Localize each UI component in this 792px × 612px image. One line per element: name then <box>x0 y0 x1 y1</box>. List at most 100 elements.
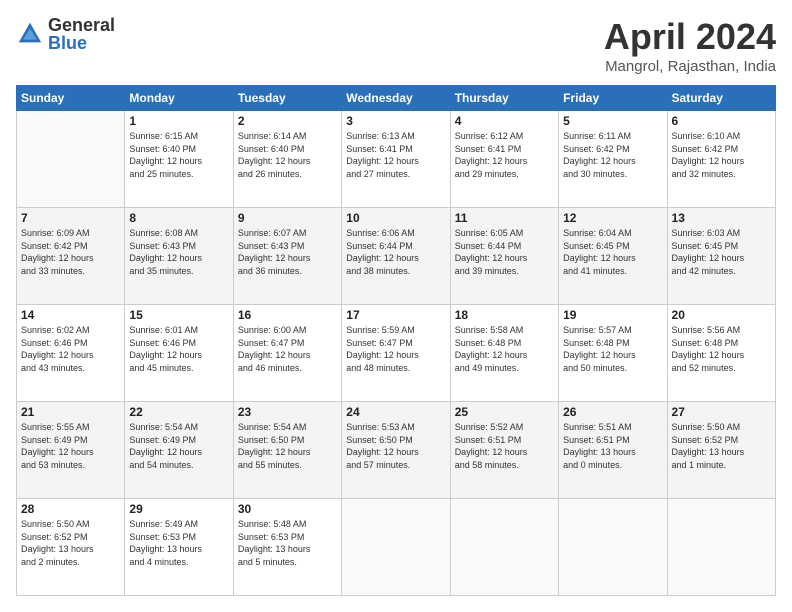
day-cell: 14 Sunrise: 6:02 AM Sunset: 6:46 PM Dayli… <box>17 305 125 402</box>
day-info: Sunrise: 6:11 AM Sunset: 6:42 PM Dayligh… <box>563 130 662 180</box>
header: General Blue April 2024 Mangrol, Rajasth… <box>16 16 776 75</box>
day-cell: 13 Sunrise: 6:03 AM Sunset: 6:45 PM Dayli… <box>667 208 775 305</box>
day-cell: 2 Sunrise: 6:14 AM Sunset: 6:40 PM Daylig… <box>233 111 341 208</box>
day-number: 11 <box>455 211 554 225</box>
day-cell: 7Sunrise: 6:09 AM Sunset: 6:42 PM Daylig… <box>17 208 125 305</box>
day-number: 5 <box>563 114 662 128</box>
day-number: 15 <box>129 308 228 322</box>
day-cell: 8 Sunrise: 6:08 AM Sunset: 6:43 PM Daylig… <box>125 208 233 305</box>
day-number: 23 <box>238 405 337 419</box>
day-cell: 22 Sunrise: 5:54 AM Sunset: 6:49 PM Dayli… <box>125 402 233 499</box>
day-cell: 15Sunrise: 6:01 AM Sunset: 6:46 PM Dayli… <box>125 305 233 402</box>
day-cell: 25Sunrise: 5:52 AM Sunset: 6:51 PM Dayli… <box>450 402 558 499</box>
day-number: 16 <box>238 308 337 322</box>
day-info: Sunrise: 6:00 AM Sunset: 6:47 PM Dayligh… <box>238 324 337 374</box>
day-number: 13 <box>672 211 771 225</box>
header-row: SundayMondayTuesdayWednesdayThursdayFrid… <box>17 86 776 111</box>
day-cell: 17 Sunrise: 5:59 AM Sunset: 6:47 PM Dayli… <box>342 305 450 402</box>
day-cell: 23Sunrise: 5:54 AM Sunset: 6:50 PM Dayli… <box>233 402 341 499</box>
day-cell: 21Sunrise: 5:55 AM Sunset: 6:49 PM Dayli… <box>17 402 125 499</box>
day-number: 21 <box>21 405 120 419</box>
week-row: 1 Sunrise: 6:15 AM Sunset: 6:40 PM Daylig… <box>17 111 776 208</box>
day-number: 22 <box>129 405 228 419</box>
day-cell: 29 Sunrise: 5:49 AM Sunset: 6:53 PM Dayli… <box>125 499 233 596</box>
day-number: 12 <box>563 211 662 225</box>
day-info: Sunrise: 5:54 AM Sunset: 6:49 PM Dayligh… <box>129 421 228 471</box>
day-info: Sunrise: 6:04 AM Sunset: 6:45 PM Dayligh… <box>563 227 662 277</box>
day-info: Sunrise: 6:02 AM Sunset: 6:46 PM Dayligh… <box>21 324 120 374</box>
day-info: Sunrise: 5:49 AM Sunset: 6:53 PM Dayligh… <box>129 518 228 568</box>
day-info: Sunrise: 6:05 AM Sunset: 6:44 PM Dayligh… <box>455 227 554 277</box>
day-number: 6 <box>672 114 771 128</box>
day-cell <box>559 499 667 596</box>
day-cell: 1 Sunrise: 6:15 AM Sunset: 6:40 PM Daylig… <box>125 111 233 208</box>
day-number: 27 <box>672 405 771 419</box>
day-cell: 10 Sunrise: 6:06 AM Sunset: 6:44 PM Dayli… <box>342 208 450 305</box>
day-cell: 12 Sunrise: 6:04 AM Sunset: 6:45 PM Dayli… <box>559 208 667 305</box>
day-cell: 16 Sunrise: 6:00 AM Sunset: 6:47 PM Dayli… <box>233 305 341 402</box>
day-header: Friday <box>559 86 667 111</box>
day-number: 8 <box>129 211 228 225</box>
day-header: Monday <box>125 86 233 111</box>
day-number: 29 <box>129 502 228 516</box>
day-number: 25 <box>455 405 554 419</box>
day-info: Sunrise: 5:59 AM Sunset: 6:47 PM Dayligh… <box>346 324 445 374</box>
day-info: Sunrise: 6:13 AM Sunset: 6:41 PM Dayligh… <box>346 130 445 180</box>
title-block: April 2024 Mangrol, Rajasthan, India <box>604 16 776 75</box>
day-number: 3 <box>346 114 445 128</box>
logo: General Blue <box>16 16 115 52</box>
day-info: Sunrise: 6:14 AM Sunset: 6:40 PM Dayligh… <box>238 130 337 180</box>
logo-text: General Blue <box>48 16 115 52</box>
day-cell <box>342 499 450 596</box>
day-number: 20 <box>672 308 771 322</box>
week-row: 14 Sunrise: 6:02 AM Sunset: 6:46 PM Dayli… <box>17 305 776 402</box>
day-cell: 18Sunrise: 5:58 AM Sunset: 6:48 PM Dayli… <box>450 305 558 402</box>
day-cell: 3 Sunrise: 6:13 AM Sunset: 6:41 PM Daylig… <box>342 111 450 208</box>
day-cell: 5 Sunrise: 6:11 AM Sunset: 6:42 PM Daylig… <box>559 111 667 208</box>
day-info: Sunrise: 6:03 AM Sunset: 6:45 PM Dayligh… <box>672 227 771 277</box>
day-cell: 27Sunrise: 5:50 AM Sunset: 6:52 PM Dayli… <box>667 402 775 499</box>
week-row: 7Sunrise: 6:09 AM Sunset: 6:42 PM Daylig… <box>17 208 776 305</box>
day-info: Sunrise: 6:08 AM Sunset: 6:43 PM Dayligh… <box>129 227 228 277</box>
day-info: Sunrise: 6:10 AM Sunset: 6:42 PM Dayligh… <box>672 130 771 180</box>
day-number: 17 <box>346 308 445 322</box>
day-header: Tuesday <box>233 86 341 111</box>
day-info: Sunrise: 5:53 AM Sunset: 6:50 PM Dayligh… <box>346 421 445 471</box>
calendar-table: SundayMondayTuesdayWednesdayThursdayFrid… <box>16 85 776 596</box>
title-month: April 2024 <box>604 16 776 58</box>
day-number: 14 <box>21 308 120 322</box>
day-info: Sunrise: 6:12 AM Sunset: 6:41 PM Dayligh… <box>455 130 554 180</box>
day-number: 4 <box>455 114 554 128</box>
day-cell: 20Sunrise: 5:56 AM Sunset: 6:48 PM Dayli… <box>667 305 775 402</box>
day-cell <box>17 111 125 208</box>
day-header: Saturday <box>667 86 775 111</box>
day-number: 10 <box>346 211 445 225</box>
logo-icon <box>16 20 44 48</box>
day-info: Sunrise: 5:57 AM Sunset: 6:48 PM Dayligh… <box>563 324 662 374</box>
day-number: 19 <box>563 308 662 322</box>
day-number: 24 <box>346 405 445 419</box>
day-info: Sunrise: 5:48 AM Sunset: 6:53 PM Dayligh… <box>238 518 337 568</box>
day-number: 1 <box>129 114 228 128</box>
day-cell: 4 Sunrise: 6:12 AM Sunset: 6:41 PM Daylig… <box>450 111 558 208</box>
day-header: Thursday <box>450 86 558 111</box>
day-number: 9 <box>238 211 337 225</box>
day-cell: 24 Sunrise: 5:53 AM Sunset: 6:50 PM Dayli… <box>342 402 450 499</box>
day-info: Sunrise: 6:09 AM Sunset: 6:42 PM Dayligh… <box>21 227 120 277</box>
day-header: Wednesday <box>342 86 450 111</box>
day-cell: 6 Sunrise: 6:10 AM Sunset: 6:42 PM Daylig… <box>667 111 775 208</box>
day-cell: 11 Sunrise: 6:05 AM Sunset: 6:44 PM Dayli… <box>450 208 558 305</box>
day-info: Sunrise: 5:51 AM Sunset: 6:51 PM Dayligh… <box>563 421 662 471</box>
day-number: 2 <box>238 114 337 128</box>
day-number: 26 <box>563 405 662 419</box>
day-number: 30 <box>238 502 337 516</box>
day-info: Sunrise: 5:58 AM Sunset: 6:48 PM Dayligh… <box>455 324 554 374</box>
day-info: Sunrise: 6:06 AM Sunset: 6:44 PM Dayligh… <box>346 227 445 277</box>
day-info: Sunrise: 6:15 AM Sunset: 6:40 PM Dayligh… <box>129 130 228 180</box>
title-location: Mangrol, Rajasthan, India <box>604 58 776 75</box>
day-info: Sunrise: 5:50 AM Sunset: 6:52 PM Dayligh… <box>21 518 120 568</box>
day-header: Sunday <box>17 86 125 111</box>
day-cell: 26 Sunrise: 5:51 AM Sunset: 6:51 PM Dayli… <box>559 402 667 499</box>
day-cell <box>450 499 558 596</box>
day-info: Sunrise: 6:07 AM Sunset: 6:43 PM Dayligh… <box>238 227 337 277</box>
